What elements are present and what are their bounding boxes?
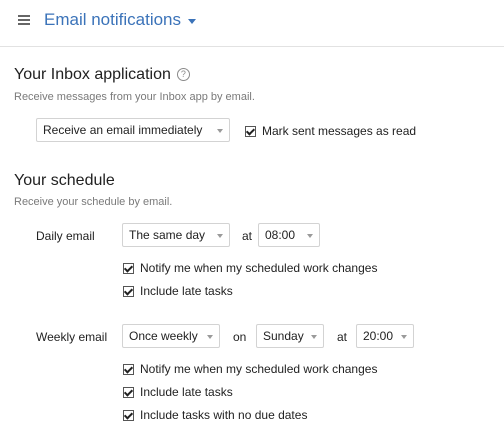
chevron-down-icon [217,129,223,133]
top-bar: Email notifications [0,0,504,47]
daily-include-late-label: Include late tasks [140,284,233,298]
daily-at-label: at [242,229,253,243]
weekly-time-value: 20:00 [363,329,394,343]
checkbox-checked-icon[interactable] [123,285,134,297]
daily-include-late-checkbox[interactable]: Include late tasks [123,284,233,298]
weekly-on-label: on [233,330,247,344]
page-title-dropdown[interactable]: Email notifications [44,10,197,30]
inbox-section-subtitle: Receive messages from your Inbox app by … [14,91,255,103]
daily-time-value: 08:00 [265,228,296,242]
checkbox-checked-icon[interactable] [123,386,134,398]
hamburger-menu-icon[interactable] [18,14,30,26]
weekly-notify-changes-label: Notify me when my scheduled work changes [140,362,378,376]
chevron-down-icon [217,234,223,238]
weekly-include-late-checkbox[interactable]: Include late tasks [123,385,233,399]
inbox-frequency-value: Receive an email immediately [43,123,203,137]
checkbox-checked-icon[interactable] [245,125,256,137]
chevron-down-icon [188,18,197,24]
weekly-include-no-due-label: Include tasks with no due dates [140,408,308,422]
weekly-email-label: Weekly email [36,330,108,344]
weekly-include-no-due-checkbox[interactable]: Include tasks with no due dates [123,408,307,422]
daily-time-select[interactable]: 08:00 [258,223,320,247]
daily-day-value: The same day [129,228,206,242]
weekly-at-label: at [337,330,348,344]
checkbox-checked-icon[interactable] [123,409,134,421]
weekly-notify-changes-checkbox[interactable]: Notify me when my scheduled work changes [123,362,377,376]
checkbox-checked-icon[interactable] [123,262,134,274]
daily-notify-changes-checkbox[interactable]: Notify me when my scheduled work changes [123,261,377,275]
help-circle-icon[interactable]: ? [176,68,190,81]
daily-notify-changes-label: Notify me when my scheduled work changes [140,261,378,275]
schedule-section-title: Your schedule [14,172,115,189]
schedule-section-subtitle: Receive your schedule by email. [14,196,173,208]
weekly-day-value: Sunday [263,329,304,343]
weekly-include-late-label: Include late tasks [140,385,233,399]
chevron-down-icon [307,234,313,238]
chevron-down-icon [311,335,317,339]
mark-sent-read-checkbox[interactable]: Mark sent messages as read [245,124,416,138]
daily-day-select[interactable]: The same day [122,223,230,247]
inbox-title-text: Your Inbox application [14,66,171,83]
chevron-down-icon [207,335,213,339]
mark-sent-read-label: Mark sent messages as read [262,124,417,138]
inbox-section-title: Your Inbox application? [14,66,190,84]
weekly-frequency-value: Once weekly [129,329,198,343]
weekly-day-select[interactable]: Sunday [256,324,324,348]
inbox-frequency-select[interactable]: Receive an email immediately [36,118,230,142]
page-title: Email notifications [44,10,182,29]
weekly-time-select[interactable]: 20:00 [356,324,414,348]
checkbox-checked-icon[interactable] [123,363,134,375]
chevron-down-icon [401,335,407,339]
daily-email-label: Daily email [36,229,95,243]
weekly-frequency-select[interactable]: Once weekly [122,324,220,348]
